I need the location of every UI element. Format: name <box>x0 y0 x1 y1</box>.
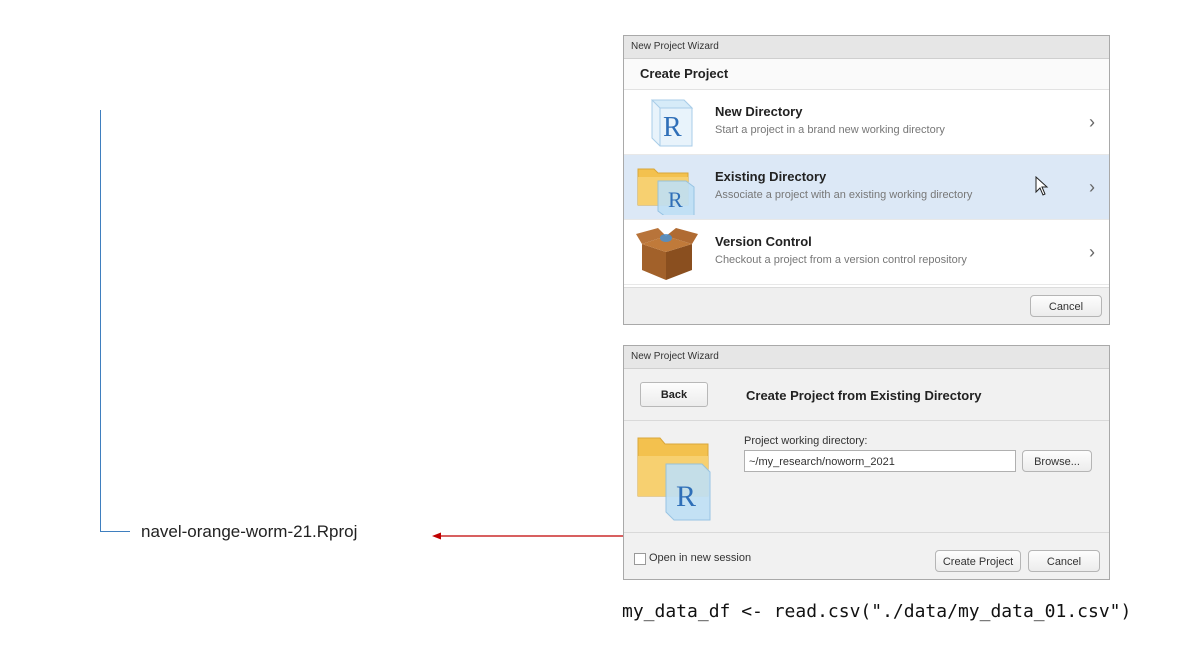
create-project-button[interactable]: Create Project <box>935 550 1021 572</box>
directory-label: Project working directory: <box>744 435 868 447</box>
existing-directory-wizard-window: New Project Wizard Back Create Project f… <box>623 345 1110 580</box>
option-title: Version Control <box>715 234 812 249</box>
divider <box>624 532 1109 533</box>
option-existing-directory[interactable]: R Existing Directory Associate a project… <box>624 155 1109 220</box>
option-title: Existing Directory <box>715 169 827 184</box>
mouse-cursor-icon <box>1035 176 1049 196</box>
option-description: Start a project in a brand new working d… <box>715 124 945 136</box>
wizard-footer: Cancel <box>624 287 1109 324</box>
tree-branch-line <box>100 531 130 532</box>
folder-r-icon: R <box>637 168 695 215</box>
svg-text:R: R <box>668 187 683 212</box>
browse-button[interactable]: Browse... <box>1022 450 1092 472</box>
arrow-icon <box>432 532 624 540</box>
svg-text:R: R <box>676 480 696 513</box>
box-icon <box>636 228 698 280</box>
option-description: Associate a project with an existing wor… <box>715 189 973 201</box>
window-title: New Project Wizard <box>624 36 1109 59</box>
cancel-button[interactable]: Cancel <box>1028 550 1100 572</box>
page-title: Create Project from Existing Directory <box>746 388 982 403</box>
option-new-directory[interactable]: R New Directory Start a project in a bra… <box>624 90 1109 155</box>
back-button[interactable]: Back <box>640 382 708 407</box>
code-line: my_data_df <- read.csv("./data/my_data_0… <box>622 601 1132 622</box>
window-title: New Project Wizard <box>624 346 1109 369</box>
tree-vertical-line <box>100 110 101 532</box>
wizard-header: Create Project <box>624 59 1109 90</box>
rproj-file-label: navel-orange-worm-21.Rproj <box>141 522 358 541</box>
r-cube-icon: R <box>650 99 694 147</box>
option-version-control[interactable]: Version Control Checkout a project from … <box>624 220 1109 285</box>
option-title: New Directory <box>715 104 803 119</box>
option-description: Checkout a project from a version contro… <box>715 254 967 266</box>
cancel-button[interactable]: Cancel <box>1030 295 1102 317</box>
svg-text:R: R <box>663 112 682 143</box>
folder-r-icon: R <box>637 437 711 521</box>
chevron-right-icon: › <box>1089 242 1095 262</box>
new-project-wizard-window: New Project Wizard Create Project R New … <box>623 35 1110 325</box>
directory-input[interactable]: ~/my_research/noworm_2021 <box>744 450 1016 472</box>
chevron-right-icon: › <box>1089 177 1095 197</box>
open-new-session-checkbox[interactable] <box>634 553 646 565</box>
chevron-right-icon: › <box>1089 112 1095 132</box>
divider <box>624 420 1109 421</box>
checkbox-label: Open in new session <box>649 552 752 564</box>
